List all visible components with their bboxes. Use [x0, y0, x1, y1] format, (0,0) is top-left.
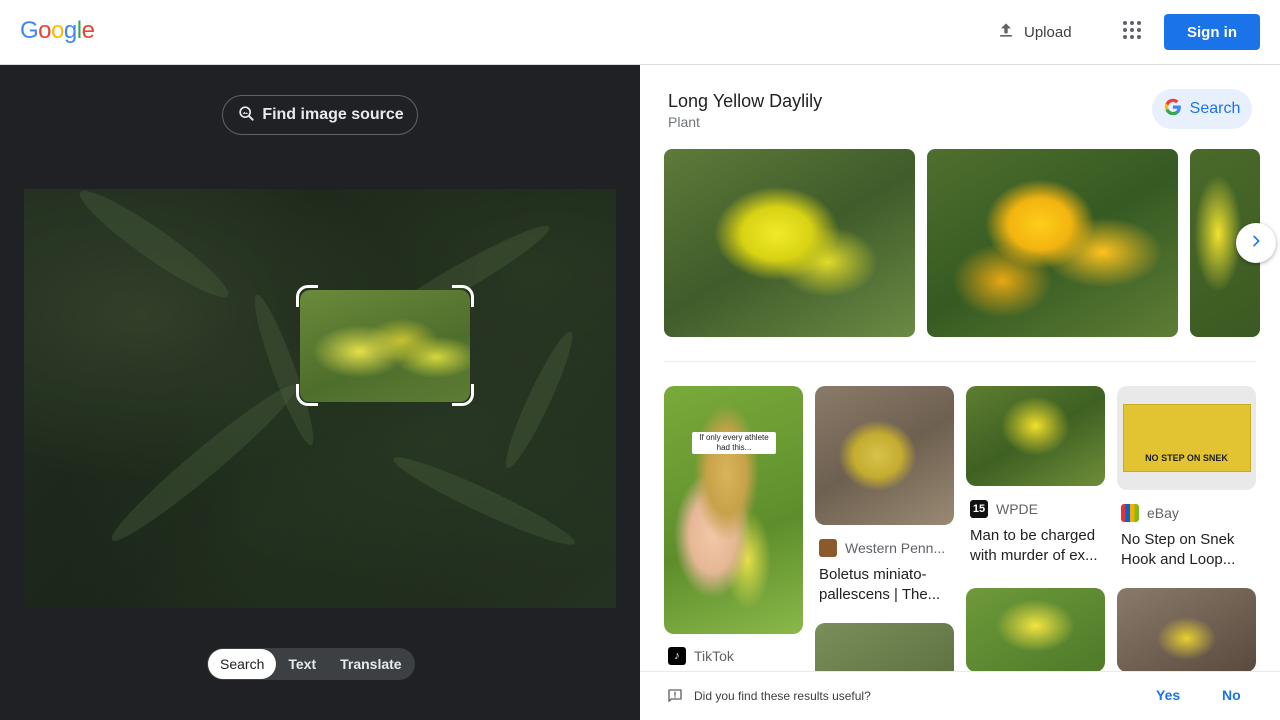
sign-in-button[interactable]: Sign in — [1164, 14, 1260, 50]
result-thumbnail[interactable] — [966, 386, 1105, 486]
tab-search[interactable]: Search — [208, 649, 277, 679]
section-divider — [664, 361, 1256, 362]
crop-handle-top-right[interactable] — [452, 285, 474, 307]
caption-line: Boletus miniato- — [819, 566, 927, 583]
upload-label: Upload — [1024, 23, 1072, 41]
result-source[interactable]: 15 WPDE — [966, 500, 1105, 518]
caption-line: Man to be charged — [970, 527, 1096, 544]
header: Google Upload Sign in — [0, 0, 1280, 65]
mode-tabs: Search Text Translate — [207, 648, 415, 680]
image-viewer-panel: Find image source Search Text Translate — [0, 65, 640, 720]
chevron-right-icon — [1248, 233, 1264, 254]
flag-image: NO STEP ON SNEK — [1122, 404, 1251, 472]
result-card[interactable] — [1117, 588, 1256, 672]
logo-letter: o — [51, 17, 64, 44]
carousel-next-button[interactable] — [1236, 223, 1276, 263]
result-source[interactable]: ♪ TikTok — [664, 647, 803, 665]
result-thumbnail[interactable] — [815, 386, 954, 525]
google-logo[interactable]: Google — [20, 17, 95, 45]
result-thumbnail[interactable] — [966, 588, 1105, 672]
feedback-yes-button[interactable]: Yes — [1156, 687, 1180, 703]
logo-letter: e — [81, 17, 95, 44]
tab-translate[interactable]: Translate — [328, 649, 413, 679]
result-source[interactable]: eBay — [1117, 504, 1256, 522]
result-thumbnail[interactable] — [1117, 588, 1256, 672]
feedback-bar: Did you find these results useful? Yes N… — [640, 671, 1280, 720]
google-g-icon — [1164, 98, 1182, 121]
result-card[interactable]: NO STEP ON SNEK eBay No Step on Snek Hoo… — [1117, 386, 1256, 570]
result-card[interactable] — [966, 588, 1105, 672]
carousel-image[interactable] — [927, 149, 1178, 337]
result-source-label: eBay — [1147, 505, 1179, 521]
thumbnail-overlay-text: If only every athlete had this... — [692, 432, 776, 454]
crop-handle-bottom-left[interactable] — [296, 384, 318, 406]
image-search-icon — [236, 103, 256, 128]
entity-title[interactable]: Long Yellow Daylily — [668, 91, 822, 112]
find-image-source-button[interactable]: Find image source — [222, 95, 418, 135]
tab-text[interactable]: Text — [276, 649, 328, 679]
result-caption[interactable]: Man to be charged with murder of ex... — [966, 526, 1105, 566]
result-thumbnail[interactable]: If only every athlete had this... — [664, 386, 803, 634]
tiktok-icon: ♪ — [668, 647, 686, 665]
selected-crop-region[interactable] — [300, 290, 470, 402]
crop-handle-top-left[interactable] — [296, 285, 318, 307]
result-thumbnail[interactable]: NO STEP ON SNEK — [1117, 386, 1256, 490]
feedback-icon — [666, 687, 684, 705]
entity-subtitle: Plant — [668, 114, 700, 130]
wpde-logo-icon: 15 — [970, 500, 988, 518]
logo-letter: o — [38, 17, 52, 44]
find-image-source-label: Find image source — [262, 106, 404, 123]
caption-line: pallescens | The... — [819, 586, 941, 603]
result-source-label: WPDE — [996, 501, 1038, 517]
result-card[interactable]: 15 WPDE Man to be charged with murder of… — [966, 386, 1105, 566]
result-card[interactable]: Western Penn... Boletus miniato- pallesc… — [815, 386, 954, 605]
caption-line: Hook and Loop... — [1121, 551, 1236, 568]
result-card[interactable]: If only every athlete had this... ♪ TikT… — [664, 386, 803, 665]
result-source-label: TikTok — [694, 648, 734, 664]
result-caption[interactable]: No Step on Snek Hook and Loop... — [1117, 530, 1256, 570]
feedback-question: Did you find these results useful? — [694, 689, 871, 703]
result-source[interactable]: Western Penn... — [815, 539, 954, 557]
upload-button[interactable]: Upload — [988, 14, 1080, 50]
google-search-label: Search — [1189, 100, 1241, 117]
site-favicon-icon — [819, 539, 837, 557]
google-apps-button[interactable] — [1114, 14, 1150, 50]
feedback-no-button[interactable]: No — [1222, 687, 1241, 703]
apps-grid-icon — [1122, 20, 1142, 45]
logo-letter: g — [63, 17, 77, 44]
result-source-label: Western Penn... — [845, 540, 946, 556]
results-panel: Long Yellow Daylily Plant Search If only… — [640, 65, 1280, 720]
caption-line: with murder of ex... — [970, 547, 1098, 564]
upload-icon — [996, 20, 1016, 44]
logo-letter: G — [20, 17, 39, 44]
google-search-button[interactable]: Search — [1152, 89, 1252, 129]
ebay-icon — [1121, 504, 1139, 522]
result-caption[interactable]: Boletus miniato- pallescens | The... — [815, 565, 954, 605]
caption-line: No Step on Snek — [1121, 531, 1235, 548]
carousel-image[interactable] — [664, 149, 915, 337]
